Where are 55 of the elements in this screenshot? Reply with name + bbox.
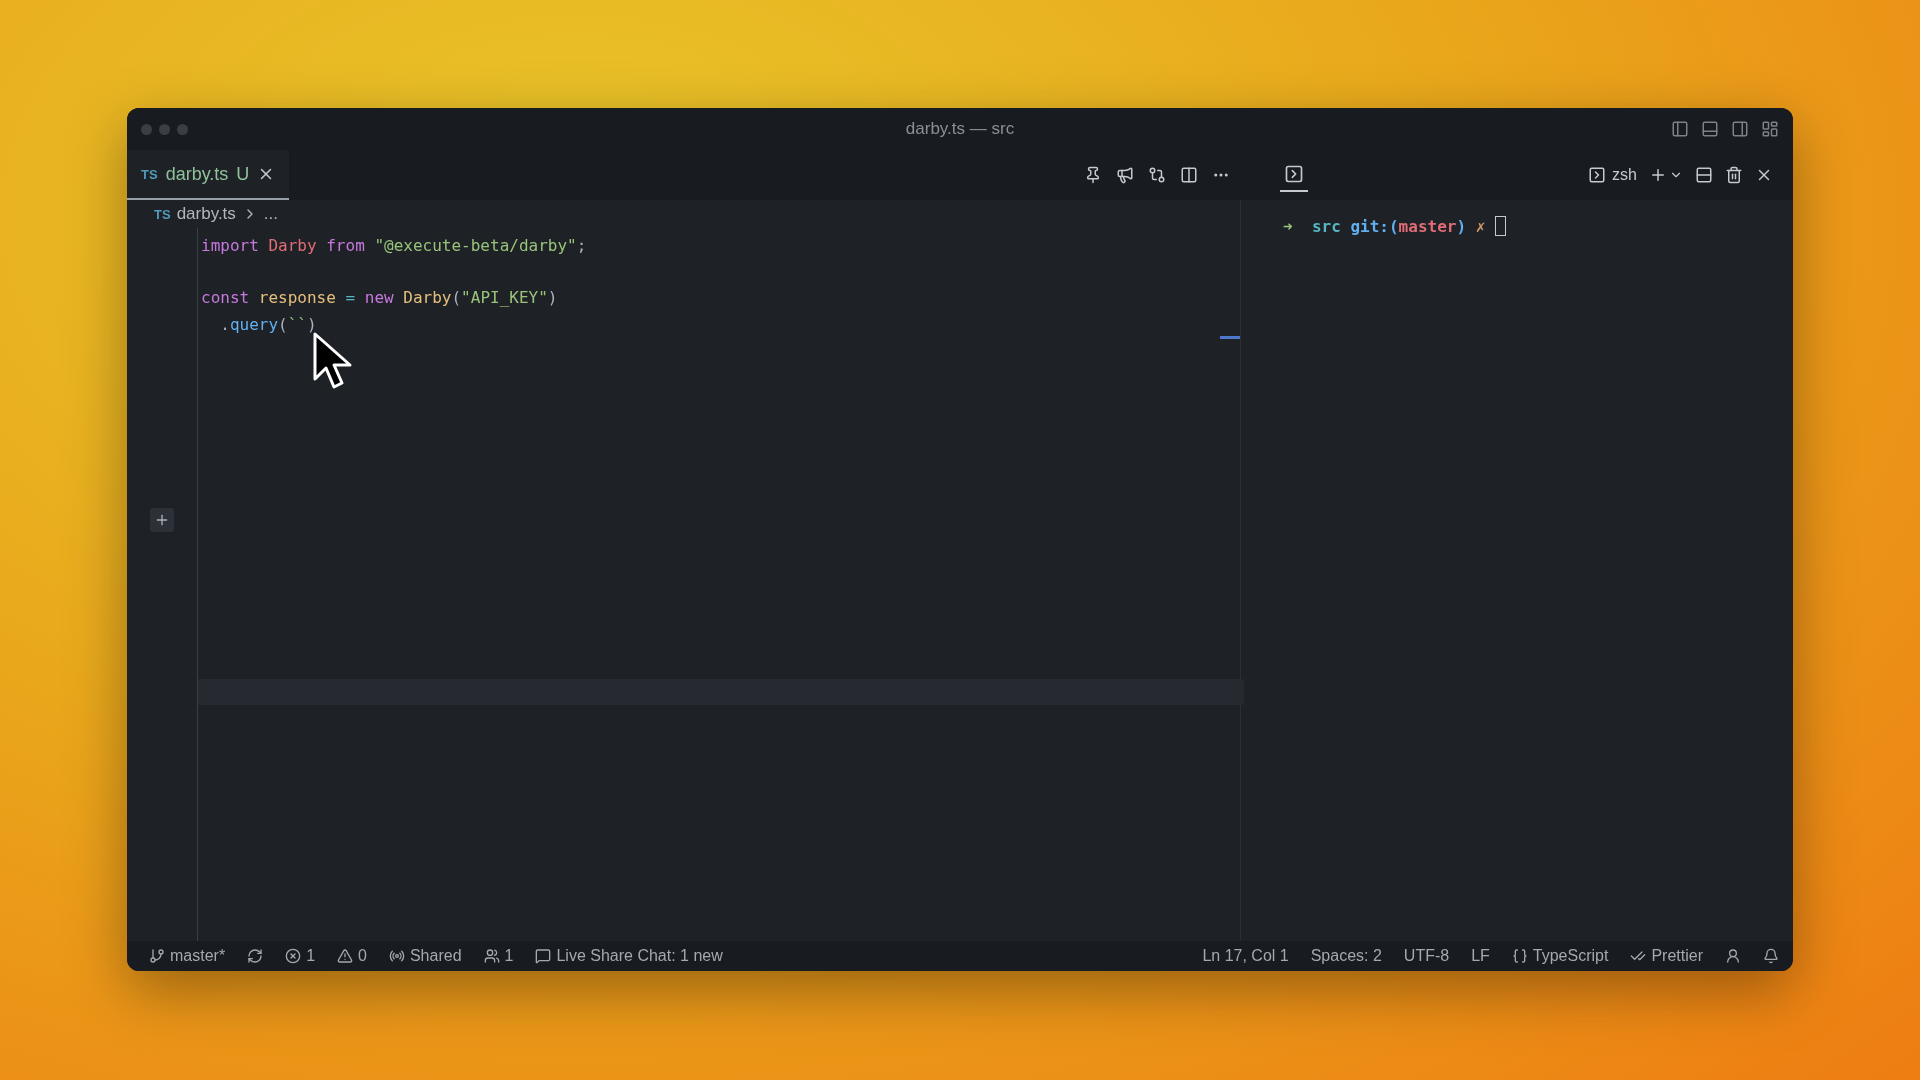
pin-icon[interactable] [1084, 166, 1102, 184]
terminal-cursor [1494, 216, 1506, 236]
account-icon [1725, 948, 1741, 964]
breadcrumb-item[interactable]: ... [263, 204, 278, 224]
status-item[interactable]: 1 [483, 947, 514, 965]
status-item[interactable]: Spaces: 2 [1310, 947, 1382, 965]
status-item[interactable]: Ln 17, Col 1 [1202, 947, 1289, 965]
tab-status: U [236, 163, 250, 185]
sidebar-toggle-icon[interactable] [1671, 120, 1689, 138]
tab-label: darby.ts [165, 163, 229, 185]
status-item[interactable]: LF [1471, 947, 1490, 965]
window-title: darby.ts — src [904, 119, 1016, 139]
status-item[interactable] [247, 948, 264, 964]
code-line: const response = new Darby("API_KEY") [201, 288, 558, 308]
error-icon [285, 948, 302, 964]
braces-icon [1511, 948, 1528, 964]
megaphone-icon[interactable] [1116, 166, 1134, 184]
status-item[interactable]: Prettier [1630, 947, 1703, 965]
sync-icon [247, 948, 264, 964]
broadcast-icon [388, 948, 405, 964]
status-item[interactable]: master* [149, 947, 226, 965]
branch-icon [149, 948, 165, 964]
secondary-sidebar-icon[interactable] [1731, 120, 1749, 138]
add-comment-button[interactable] [150, 507, 174, 532]
status-item[interactable]: Shared [388, 947, 462, 965]
bell-icon [1763, 948, 1779, 964]
terminal-selector[interactable]: zsh [1588, 166, 1637, 184]
split-terminal-icon[interactable] [1695, 166, 1713, 184]
split-editor-icon[interactable] [1180, 166, 1198, 184]
editor-tab[interactable]: TS darby.ts U [127, 150, 290, 200]
breadcrumb-item[interactable]: darby.ts [176, 204, 236, 224]
status-item[interactable]: 0 [337, 947, 367, 965]
scroll-marker [1220, 336, 1240, 339]
status-item[interactable]: 1 [285, 947, 316, 965]
status-item[interactable]: Live Share Chat: 1 new [535, 947, 723, 965]
terminal-icon [1588, 166, 1607, 184]
code-line: import Darby from "@execute-beta/darby"; [201, 235, 587, 255]
status-item[interactable]: TypeScript [1511, 947, 1609, 965]
people-icon [483, 948, 500, 964]
mouse-pointer-icon [312, 331, 354, 391]
chat-icon [535, 948, 552, 964]
warning-icon [337, 948, 354, 964]
layout-icon[interactable] [1761, 120, 1779, 138]
terminal-icon [1284, 164, 1304, 184]
typescript-icon: TS [154, 206, 171, 222]
status-item[interactable]: UTF-8 [1403, 947, 1450, 965]
status-item[interactable] [1763, 948, 1779, 964]
compare-icon[interactable] [1148, 166, 1166, 184]
status-item[interactable] [1725, 948, 1741, 964]
trash-icon[interactable] [1725, 166, 1743, 184]
panel-toggle-icon[interactable] [1701, 120, 1719, 138]
terminal-prompt: ➜ src git:(master) ✗ [1283, 216, 1793, 236]
code-line: .query(``) [219, 314, 317, 334]
typescript-icon: TS [141, 166, 158, 182]
add-icon[interactable] [1649, 166, 1667, 184]
